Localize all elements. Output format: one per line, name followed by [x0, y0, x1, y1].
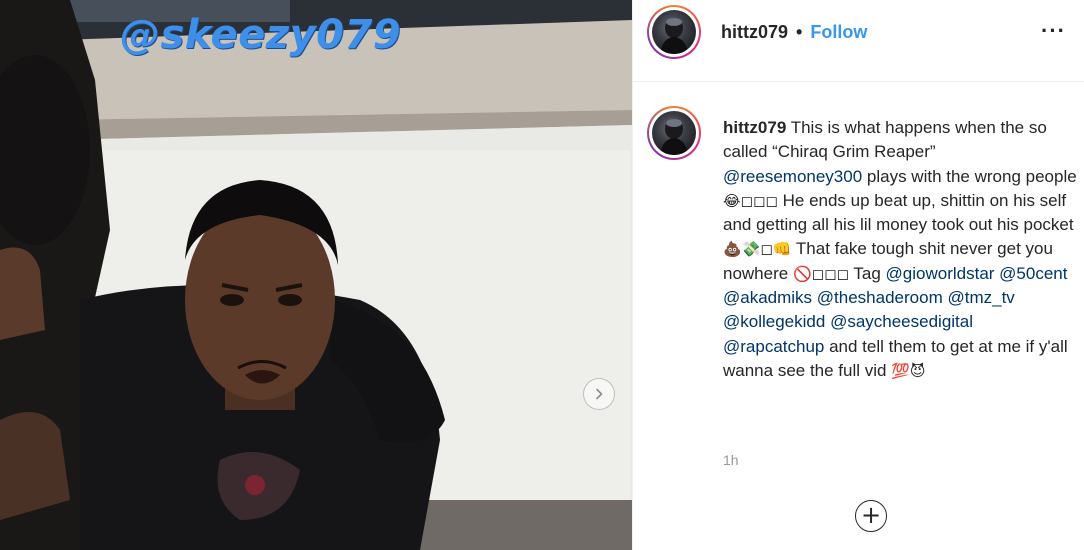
mention-link[interactable]: @theshaderoom — [817, 288, 943, 307]
post-header: hittz079 • Follow ··· — [633, 0, 1084, 82]
plus-icon: + — [860, 501, 882, 529]
emoji-group: 💯😈 — [891, 361, 926, 380]
username-sticker: @skeezy079 — [120, 12, 402, 58]
post-sidebar: hittz079 • Follow ··· hittz079 This is w… — [632, 0, 1084, 550]
mention-link[interactable]: @rapcatchup — [723, 337, 824, 356]
caption-text-part: plays with the wrong people — [862, 166, 1077, 186]
mention-link[interactable]: @saycheesedigital — [830, 312, 973, 331]
caption-text-part: Tag — [848, 263, 886, 283]
emoji-group: 🚫◻◻◻ — [792, 264, 849, 283]
chevron-right-icon — [596, 388, 603, 400]
mention-link[interactable]: @reesemoney300 — [723, 167, 862, 186]
mention-link[interactable]: @kollegekidd — [723, 312, 825, 331]
caption-text: hittz079 This is what happens when the s… — [723, 116, 1079, 383]
follow-button[interactable]: Follow — [810, 22, 867, 43]
mention-link[interactable]: @akadmiks — [723, 288, 812, 307]
next-media-button[interactable] — [583, 378, 615, 410]
profile-photo — [660, 18, 688, 54]
avatar[interactable] — [647, 5, 701, 59]
mention-link[interactable]: @50cent — [999, 264, 1067, 283]
mention-link[interactable]: @tmz_tv — [947, 288, 1014, 307]
mention-link[interactable]: @gioworldstar — [886, 264, 995, 283]
avatar[interactable] — [647, 106, 701, 160]
emoji-group: 💩💸◻👊 — [723, 240, 792, 259]
load-more-comments-button[interactable]: + — [855, 500, 887, 532]
separator-dot: • — [796, 22, 803, 42]
post-media[interactable]: @skeezy079 — [0, 0, 632, 550]
post-photo — [0, 0, 632, 550]
profile-photo — [660, 119, 688, 155]
caption-username[interactable]: hittz079 — [723, 118, 786, 137]
header-username[interactable]: hittz079 — [721, 22, 788, 43]
timestamp[interactable]: 1h — [723, 452, 739, 468]
more-options-icon[interactable]: ··· — [1041, 18, 1066, 44]
emoji-group: 😂◻◻◻ — [723, 191, 778, 210]
